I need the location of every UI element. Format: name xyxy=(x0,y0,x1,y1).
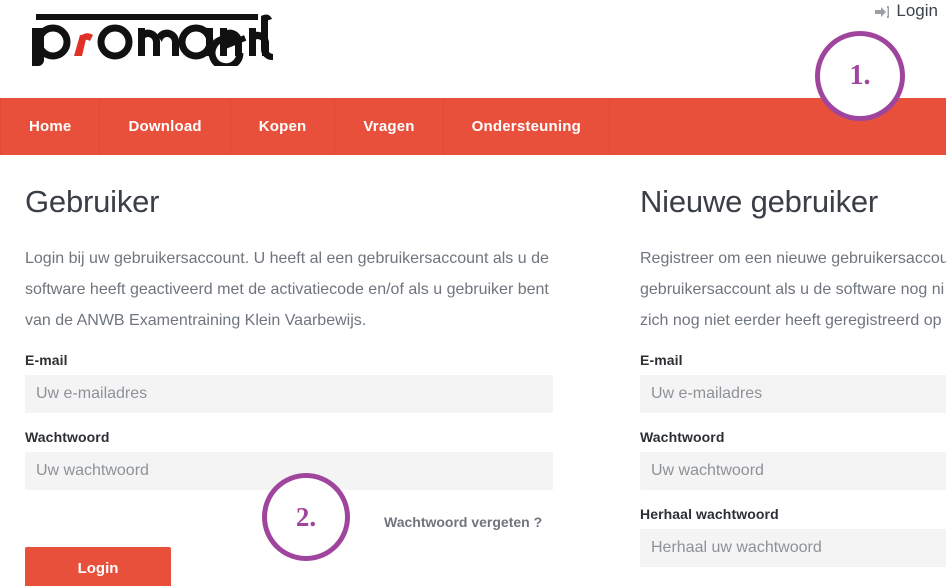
nav-item-label: Home xyxy=(29,118,72,135)
register-email-input[interactable] xyxy=(640,375,946,413)
annotation-marker-1: 1. xyxy=(815,31,905,121)
nav-item-kopen[interactable]: Kopen xyxy=(231,98,336,155)
login-panel-title: Gebruiker xyxy=(25,184,160,219)
register-password-input[interactable] xyxy=(640,452,946,490)
page-root: Login Home Download Kopen Vragen Onderst… xyxy=(0,0,946,586)
annotation-marker-label: 2. xyxy=(295,501,317,532)
annotation-marker-label: 1. xyxy=(849,60,871,91)
sign-in-arrow-icon xyxy=(875,5,890,19)
login-link-label: Login xyxy=(896,1,938,20)
register-password-field-group: Wachtwoord xyxy=(640,429,946,490)
login-email-input[interactable] xyxy=(25,375,553,413)
login-password-label: Wachtwoord xyxy=(25,429,110,445)
login-panel-intro: Login bij uw gebruikersaccount. U heeft … xyxy=(25,243,553,336)
register-panel-intro-line: zich nog niet eerder heeft geregistreerd… xyxy=(640,312,942,329)
register-email-label: E-mail xyxy=(640,352,683,368)
register-panel: Nieuwe gebruiker Registreer om een nieuw… xyxy=(640,155,946,567)
register-repeat-password-input[interactable] xyxy=(640,529,946,567)
nav-item-vragen[interactable]: Vragen xyxy=(335,98,444,155)
nav-item-download[interactable]: Download xyxy=(100,98,231,155)
register-email-field-group: E-mail xyxy=(640,352,946,413)
nav-item-ondersteuning[interactable]: Ondersteuning xyxy=(444,98,610,155)
nav-item-label: Ondersteuning xyxy=(471,118,581,135)
top-bar: Login xyxy=(0,0,946,98)
login-panel-intro-line: van de ANWB Examentraining Klein Vaarbew… xyxy=(25,312,367,329)
register-repeat-password-label: Herhaal wachtwoord xyxy=(640,506,779,522)
login-email-label: E-mail xyxy=(25,352,68,368)
main-navigation: Home Download Kopen Vragen Ondersteuning xyxy=(0,98,946,155)
register-panel-intro-line: Registreer om een nieuwe gebruikersaccou xyxy=(640,250,946,267)
login-panel-intro-line: Login bij uw gebruikersaccount. U heeft … xyxy=(25,250,549,267)
login-submit-button[interactable]: Login xyxy=(25,547,171,586)
nav-item-home[interactable]: Home xyxy=(0,98,101,155)
login-email-field-group: E-mail xyxy=(25,352,553,413)
login-panel-intro-line: software heeft geactiveerd met de activa… xyxy=(25,281,549,298)
register-panel-intro-line: gebruikersaccount als u de software nog … xyxy=(640,281,945,298)
nav-item-label: Kopen xyxy=(258,118,307,135)
content-area: Gebruiker Login bij uw gebruikersaccount… xyxy=(0,155,946,586)
register-panel-title: Nieuwe gebruiker xyxy=(640,184,879,219)
forgot-password-link[interactable]: Wachtwoord vergeten ? xyxy=(384,514,542,530)
site-logo[interactable] xyxy=(12,8,274,71)
nav-item-label: Download xyxy=(128,118,202,135)
register-password-label: Wachtwoord xyxy=(640,429,725,445)
annotation-marker-2: 2. xyxy=(262,473,350,561)
register-repeat-password-field-group: Herhaal wachtwoord xyxy=(640,506,946,567)
register-panel-intro: Registreer om een nieuwe gebruikersaccou… xyxy=(640,243,946,336)
nav-item-label: Vragen xyxy=(363,118,415,135)
login-link[interactable]: Login xyxy=(875,1,938,21)
